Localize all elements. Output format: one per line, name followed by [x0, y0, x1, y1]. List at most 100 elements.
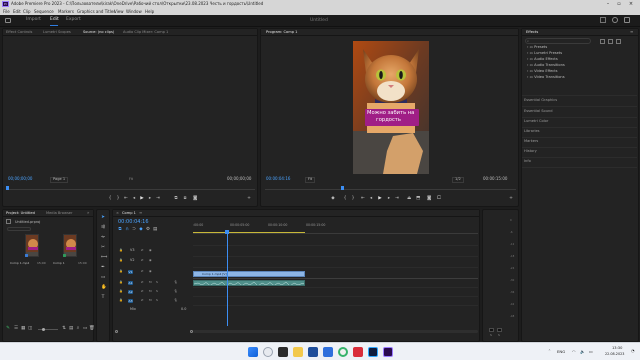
overwrite-icon[interactable]: ⧈ [183, 196, 187, 201]
section-markers[interactable]: Markers [524, 139, 538, 144]
step-back-icon[interactable]: ◂ [132, 196, 136, 201]
menu-view[interactable]: View [114, 9, 124, 14]
add-button-icon[interactable]: + [509, 196, 513, 201]
delete-icon[interactable]: 🗑 [89, 326, 95, 331]
lock-icon[interactable]: 🔒 [119, 259, 123, 262]
menu-clip[interactable]: Clip [23, 9, 31, 14]
pencil-icon[interactable]: ✎ [6, 326, 10, 331]
go-to-in-icon[interactable]: ⇤ [361, 196, 365, 201]
sync-lock-icon[interactable]: ⇄ [141, 259, 144, 262]
list-view-icon[interactable]: ☰ [14, 326, 18, 331]
go-to-in-icon[interactable]: ⇤ [124, 196, 128, 201]
word-icon[interactable] [308, 347, 318, 357]
search-icon[interactable] [263, 347, 273, 357]
timeline-playhead-handle[interactable] [225, 230, 230, 234]
share-icon[interactable] [612, 17, 618, 23]
solo-icon[interactable]: S [156, 290, 159, 293]
track-label-a1[interactable]: A1 [128, 280, 133, 285]
tab-audio-clip-mixer[interactable]: Audio Clip Mixer: Comp 1 [123, 30, 168, 35]
menu-graphics[interactable]: Graphics and Titles [77, 9, 115, 14]
selection-tool-icon[interactable]: ➤ [101, 215, 105, 220]
solo-icon[interactable]: S [156, 299, 159, 302]
timeline-h-scroll-left[interactable] [115, 329, 199, 334]
section-history[interactable]: History [524, 149, 537, 154]
program-playhead[interactable] [341, 186, 345, 190]
eye-icon[interactable]: ◉ [149, 270, 152, 273]
camera-icon[interactable]: ◙ [193, 196, 197, 201]
pen-tool-icon[interactable]: ✒ [101, 265, 105, 270]
mute-icon[interactable]: M [149, 281, 152, 284]
accelerated-effects-icon[interactable] [600, 39, 605, 44]
source-page-select[interactable]: Page 1 [50, 177, 69, 183]
menu-help[interactable]: Help [145, 9, 154, 14]
workspaces-icon[interactable] [600, 17, 606, 23]
home-icon[interactable] [5, 18, 11, 23]
chrome-icon[interactable] [338, 347, 348, 357]
hand-tool-icon[interactable]: ✋ [101, 285, 107, 290]
freeform-view-icon[interactable]: ◫ [28, 326, 32, 331]
lock-icon[interactable]: 🔒 [119, 281, 123, 284]
program-resolution-select[interactable]: 1/2 [452, 177, 464, 183]
32bit-effects-icon[interactable] [608, 39, 613, 44]
add-button-icon[interactable]: + [247, 196, 251, 201]
fullscreen-icon[interactable] [624, 17, 630, 23]
track-label-a2[interactable]: A2 [128, 289, 133, 294]
track-select-tool-icon[interactable]: ⇶ [101, 225, 105, 230]
program-fit-select[interactable]: Fit [305, 177, 316, 183]
folder-video-effects[interactable]: › ▭ Video Effects [527, 69, 558, 74]
sync-lock-icon[interactable]: ⇄ [141, 281, 144, 284]
menu-markers[interactable]: Markers [58, 9, 74, 14]
folder-audio-effects[interactable]: › ▭ Audio Effects [527, 57, 558, 62]
new-bin-icon[interactable]: ▭ [83, 326, 87, 331]
automate-icon[interactable]: ▤ [69, 326, 73, 331]
folder-lumetri-presets[interactable]: › ▭ Lumetri Presets [527, 51, 562, 56]
mute-icon[interactable]: M [149, 299, 152, 302]
step-back-icon[interactable]: ◂ [369, 196, 373, 201]
task-view-icon[interactable] [278, 347, 288, 357]
work-area-bar[interactable] [193, 232, 305, 233]
solo-left-icon[interactable]: S [490, 334, 492, 337]
linked-selection-icon[interactable]: ⊃ [132, 227, 136, 232]
source-timecode-left[interactable]: 00;00;00;00 [8, 177, 32, 181]
minimize-icon[interactable]: – [604, 1, 612, 7]
mix-value[interactable]: 0.0 [181, 307, 186, 311]
add-marker-icon[interactable]: ◆ [139, 227, 143, 232]
tab-project[interactable]: Project: Untitled [6, 211, 35, 216]
menu-sequence[interactable]: Sequence [34, 9, 54, 14]
volume-icon[interactable]: 🔈 [580, 349, 585, 354]
section-essential-graphics[interactable]: Essential Graphics [524, 98, 557, 103]
lock-icon[interactable]: 🔒 [119, 290, 123, 293]
start-icon[interactable] [248, 347, 258, 357]
scroll-handle-left[interactable] [115, 330, 118, 333]
icon-view-icon[interactable]: ▦ [21, 326, 25, 331]
rectangle-tool-icon[interactable]: ▭ [101, 275, 105, 280]
timeline-h-scrollbar[interactable] [193, 330, 478, 333]
step-forward-icon[interactable]: ▸ [387, 196, 391, 201]
panel-menu-icon[interactable]: ≡ [630, 30, 633, 34]
track-label-a3[interactable]: A3 [128, 298, 133, 303]
folder-presets[interactable]: › ▭ Presets [527, 45, 547, 50]
sync-lock-icon[interactable]: ⇄ [141, 290, 144, 293]
sync-lock-icon[interactable]: ⇄ [141, 249, 144, 252]
lock-icon[interactable]: 🔒 [119, 270, 123, 273]
add-marker-icon[interactable]: ◆ [331, 196, 335, 201]
menu-window[interactable]: Window [126, 9, 142, 14]
photoshop-icon[interactable] [368, 347, 378, 357]
lock-icon[interactable]: 🔒 [119, 299, 123, 302]
timeline-playhead[interactable] [226, 232, 228, 326]
solo-icon[interactable]: S [156, 281, 159, 284]
section-libraries[interactable]: Libraries [524, 129, 540, 134]
ripple-edit-tool-icon[interactable]: ⟛ [101, 235, 105, 240]
tab-program[interactable]: Program: Comp 1 [266, 30, 297, 35]
folder-audio-transitions[interactable]: › ▭ Audio Transitions [527, 63, 565, 68]
mic-icon[interactable]: 🎙 [174, 290, 178, 293]
search-icon[interactable]: ⌕ [76, 326, 80, 331]
mute-icon[interactable]: M [149, 290, 152, 293]
project-item-name-2[interactable]: Comp 1 [53, 262, 65, 265]
mic-icon[interactable]: 🎙 [174, 281, 178, 284]
camera-icon[interactable]: ◙ [427, 196, 431, 201]
timeline-ruler[interactable]: :00:00 00:00:05:00 00:00:10:00 00:00:15:… [193, 222, 478, 234]
insert-icon[interactable]: ⧉ [174, 196, 178, 201]
premiere-taskbar-icon[interactable] [383, 347, 393, 357]
panel-menu-icon[interactable]: ≡ [139, 211, 142, 215]
